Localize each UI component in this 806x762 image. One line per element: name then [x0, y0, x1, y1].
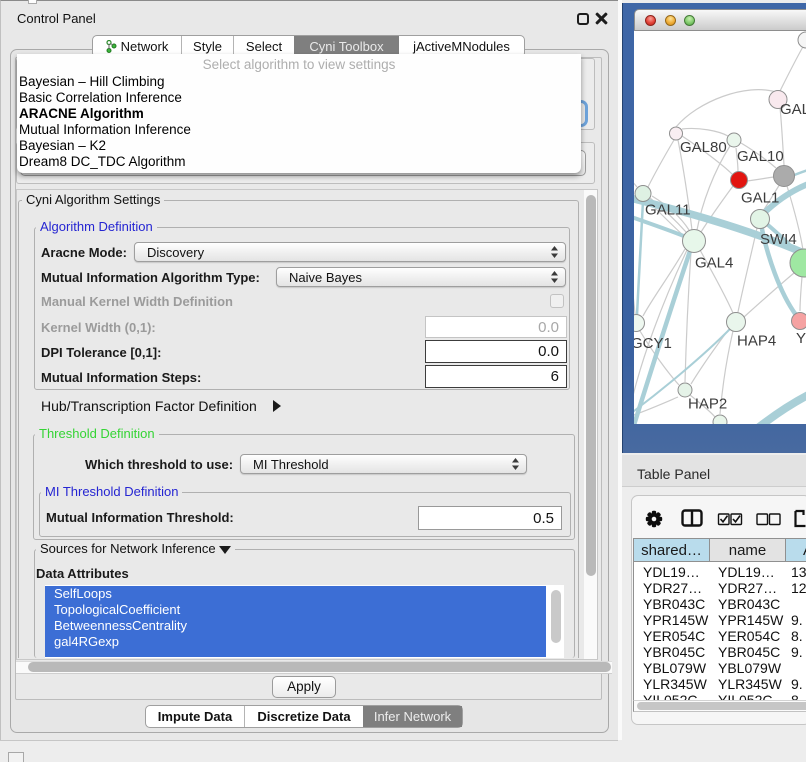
svg-text:GAL10: GAL10 [737, 148, 784, 165]
svg-text:Y: Y [796, 330, 806, 347]
svg-text:SWI4: SWI4 [760, 231, 797, 248]
svg-text:GCY1: GCY1 [634, 335, 672, 352]
svg-text:GAL80: GAL80 [680, 139, 727, 156]
svg-text:GAL: GAL [780, 101, 806, 118]
svg-text:GAL1: GAL1 [741, 190, 779, 207]
svg-text:HAP2: HAP2 [688, 396, 727, 413]
svg-text:GAL11: GAL11 [645, 202, 691, 219]
svg-text:HAP4: HAP4 [737, 333, 776, 350]
svg-text:GAL4: GAL4 [695, 255, 733, 272]
